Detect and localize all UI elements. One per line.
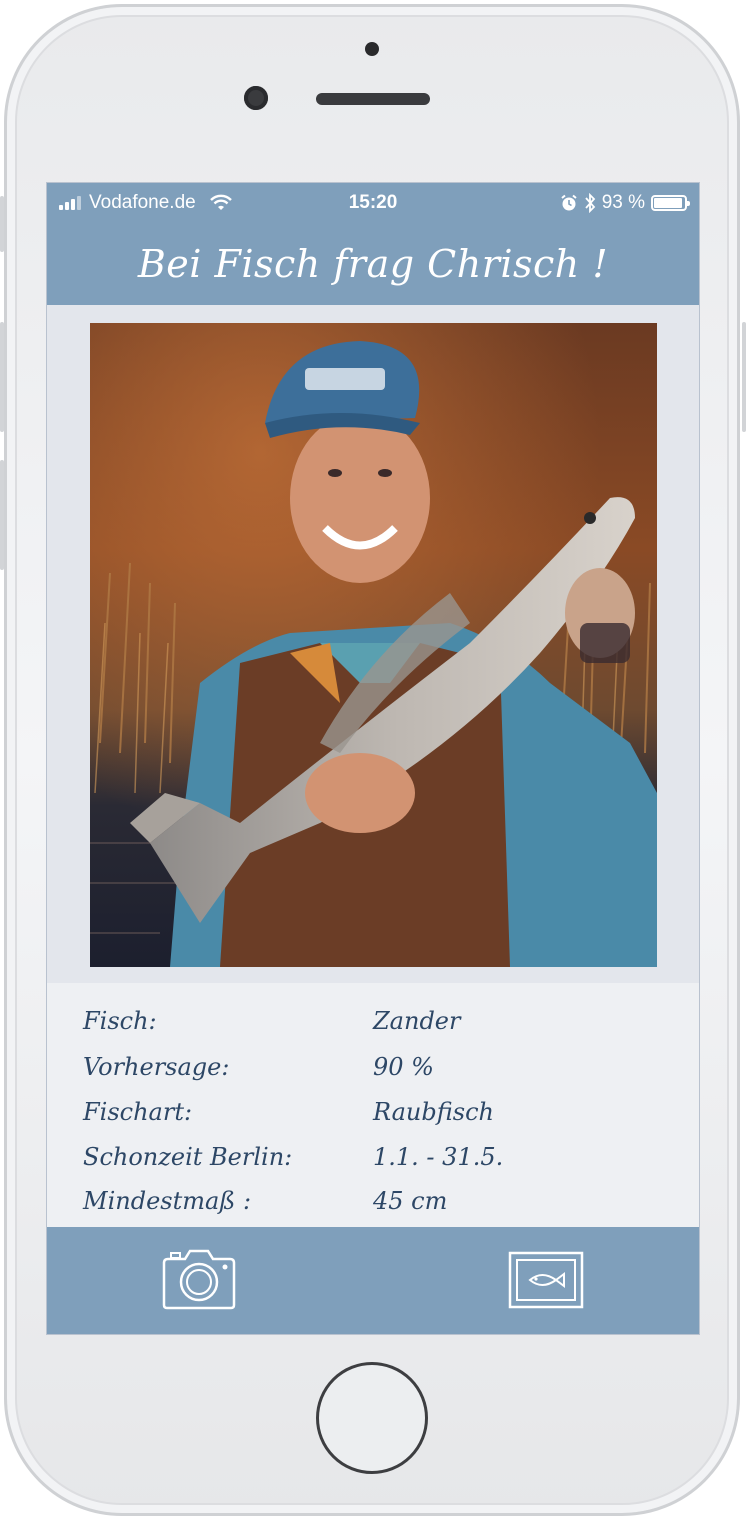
camera-button[interactable] bbox=[161, 1247, 237, 1311]
status-right: 93 % bbox=[560, 192, 690, 214]
volume-down-button bbox=[0, 460, 4, 570]
camera-icon bbox=[162, 1249, 236, 1310]
volume-up-button bbox=[0, 322, 4, 432]
info-row-minimum-size: Mindestmaß : 45 cm bbox=[47, 1181, 699, 1225]
info-value: 45 cm bbox=[373, 1187, 448, 1215]
catch-photo bbox=[90, 323, 657, 967]
info-label: Vorhersage: bbox=[83, 1053, 230, 1081]
info-value: 90 % bbox=[373, 1053, 434, 1081]
app-title: Bei Fisch frag Chrisch ! bbox=[47, 223, 699, 305]
info-label: Fisch: bbox=[83, 1007, 157, 1035]
info-value: Zander bbox=[373, 1007, 461, 1035]
battery-icon bbox=[651, 195, 690, 211]
info-row-closed-season: Schonzeit Berlin: 1.1. - 31.5. bbox=[47, 1137, 699, 1181]
bluetooth-icon bbox=[585, 193, 595, 213]
info-row-forecast: Vorhersage: 90 % bbox=[47, 1047, 699, 1091]
home-button[interactable] bbox=[316, 1362, 428, 1474]
earpiece-speaker bbox=[316, 93, 430, 105]
info-value: Raubfisch bbox=[373, 1098, 494, 1126]
fish-info-panel: Fisch: Zander Vorhersage: 90 % Fischart:… bbox=[47, 983, 699, 1227]
fish-picture-icon bbox=[508, 1251, 584, 1309]
battery-fill bbox=[654, 198, 682, 208]
info-label: Mindestmaß : bbox=[83, 1187, 252, 1215]
tab-bar bbox=[47, 1227, 699, 1334]
info-label: Schonzeit Berlin: bbox=[83, 1143, 293, 1171]
power-button bbox=[742, 322, 746, 432]
status-bar: Vodafone.de 15:20 93 % bbox=[47, 183, 699, 223]
info-value: 1.1. - 31.5. bbox=[373, 1143, 504, 1171]
alarm-icon bbox=[561, 194, 577, 211]
front-camera bbox=[244, 86, 268, 110]
mute-switch bbox=[0, 196, 4, 252]
proximity-sensor bbox=[365, 42, 379, 56]
info-label: Fischart: bbox=[83, 1098, 193, 1126]
photo-container bbox=[47, 305, 699, 983]
info-row-species-type: Fischart: Raubfisch bbox=[47, 1092, 699, 1136]
info-row-fish: Fisch: Zander bbox=[47, 1001, 699, 1045]
app-screen: Vodafone.de 15:20 93 % Bei Fisch frag Ch… bbox=[46, 182, 700, 1335]
gallery-button[interactable] bbox=[508, 1251, 584, 1309]
battery-label: 93 % bbox=[601, 192, 645, 213]
